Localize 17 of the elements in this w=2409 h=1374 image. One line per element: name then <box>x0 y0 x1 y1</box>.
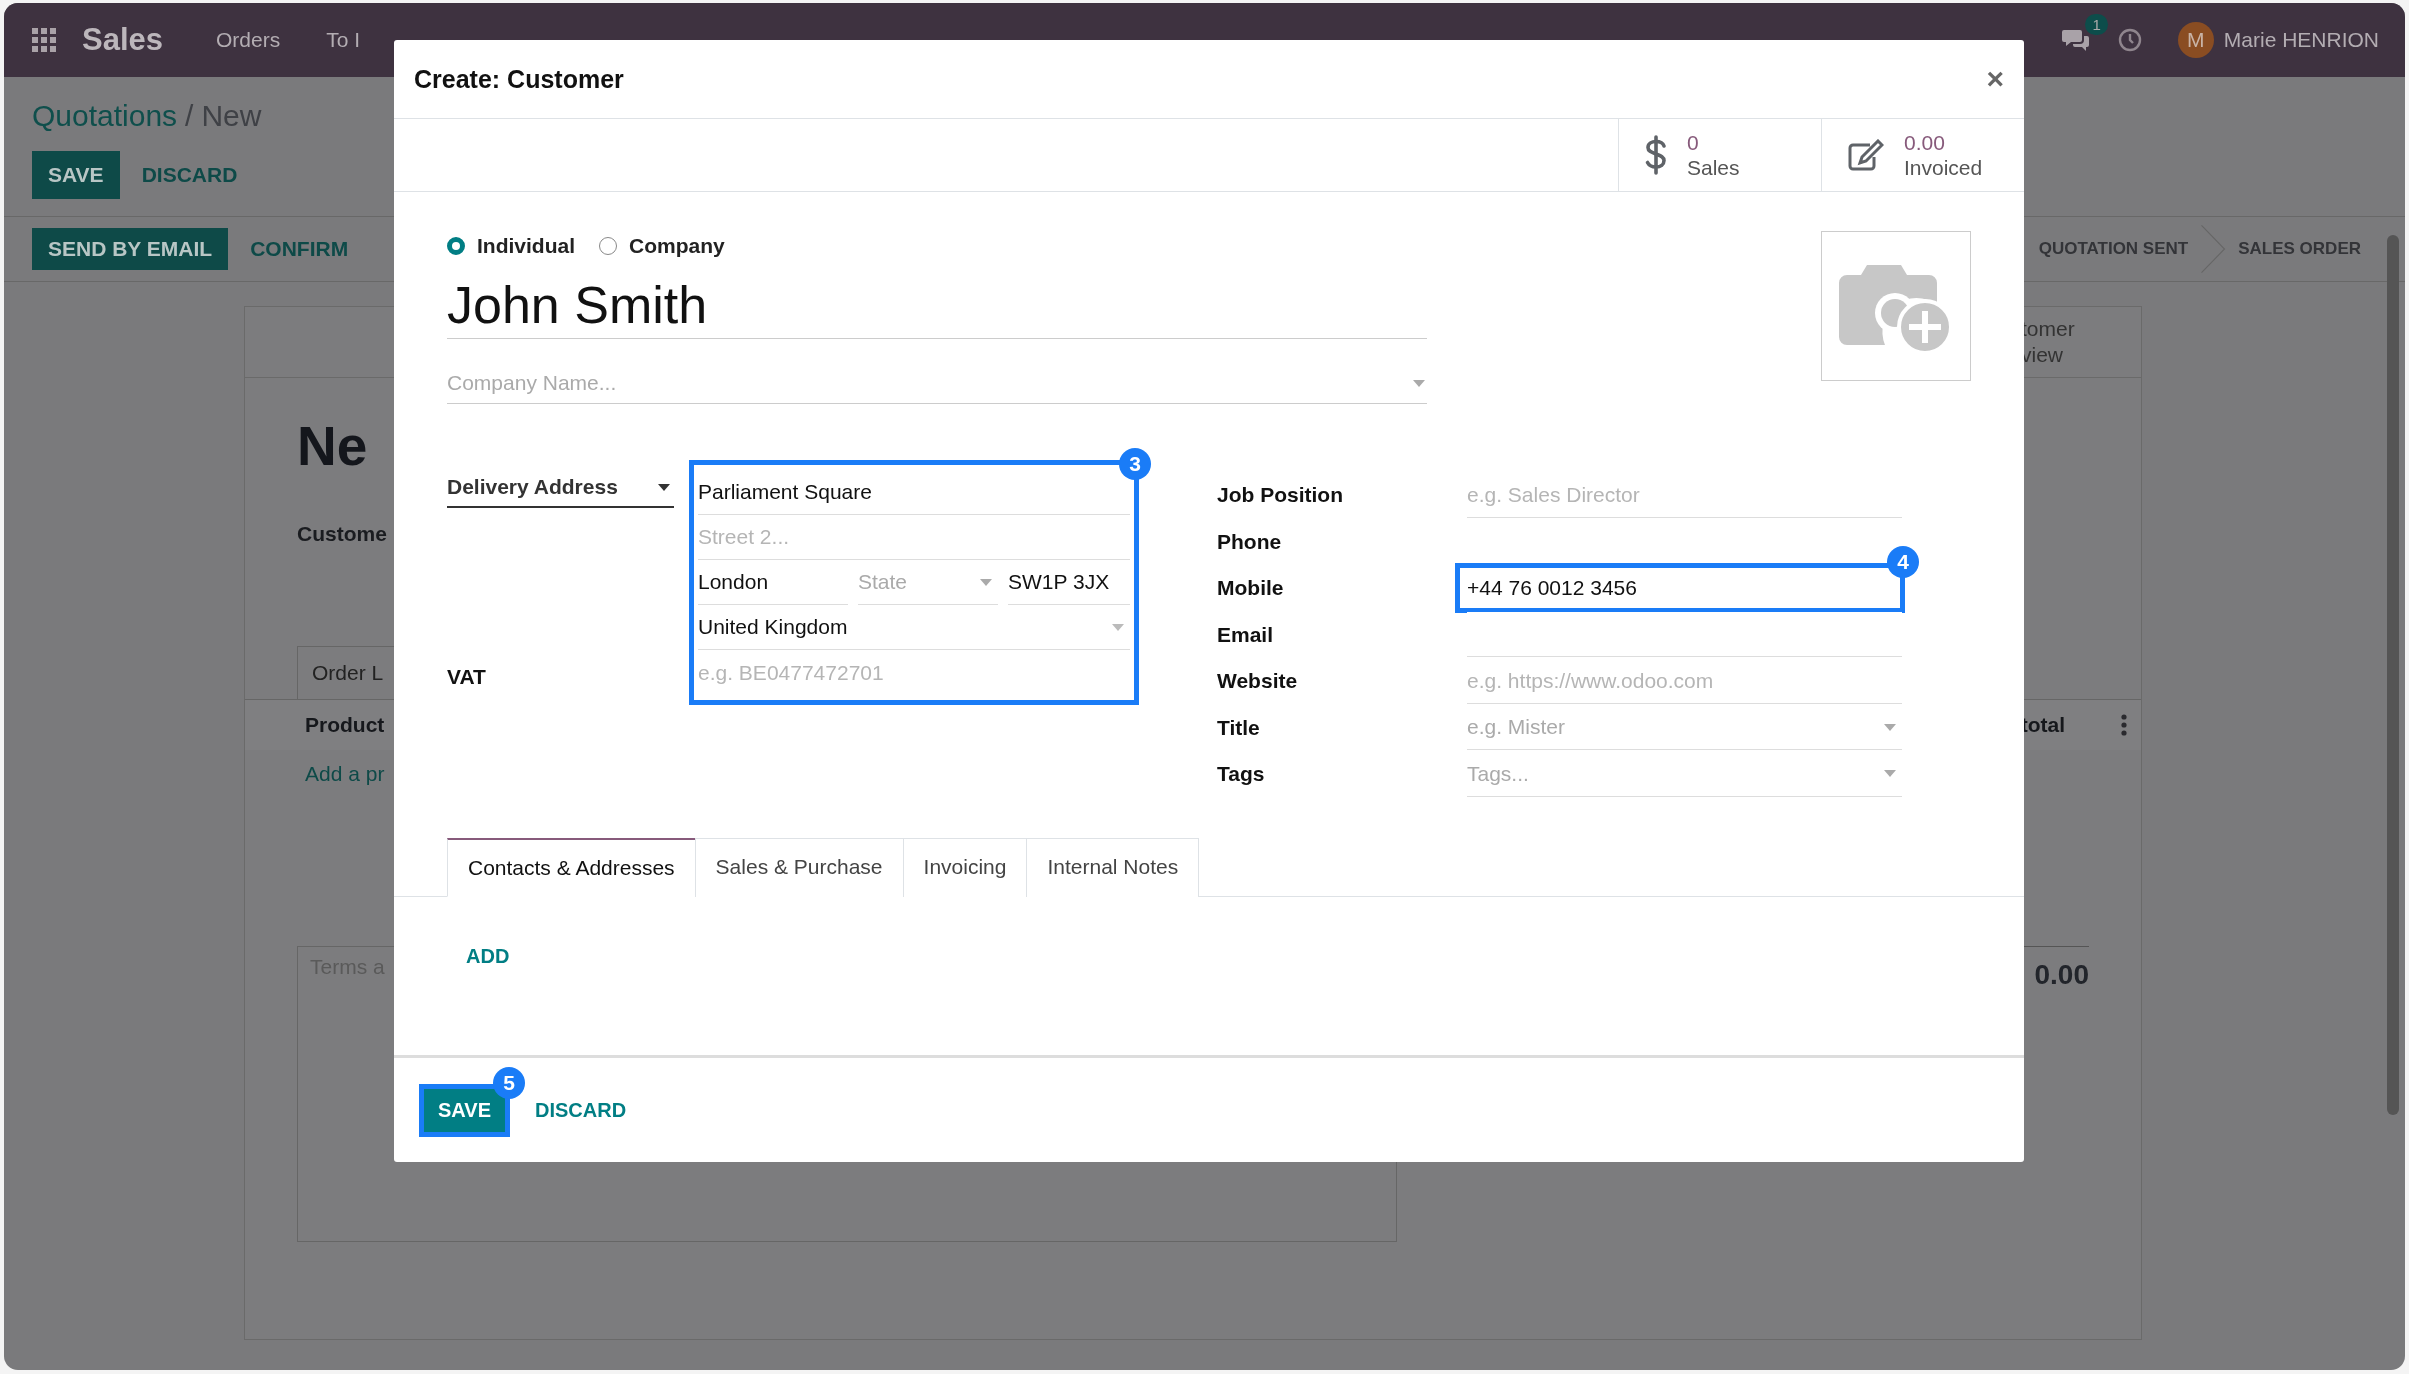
step-badge: 4 <box>1887 546 1919 579</box>
record-title: Ne <box>297 414 368 478</box>
field-label: Phone <box>1217 529 1283 554</box>
field-label: Title <box>1217 715 1261 740</box>
breadcrumb-separator: / <box>185 99 194 133</box>
field-label: Mobile <box>1217 576 1285 601</box>
field-label: Website <box>1217 669 1299 694</box>
field-label: Job Position <box>1217 483 1344 508</box>
field-label: VAT <box>447 665 487 689</box>
breadcrumb-current: New <box>201 99 262 133</box>
field-label: Custome <box>297 522 387 546</box>
field-label: Tags <box>1217 762 1266 787</box>
dialog-title: Create: Customer <box>414 64 624 94</box>
column-header: Product <box>305 713 385 737</box>
field-label: Email <box>1217 622 1275 647</box>
step-badge: 5 <box>493 1066 525 1099</box>
notification-badge: 1 <box>2085 14 2108 35</box>
